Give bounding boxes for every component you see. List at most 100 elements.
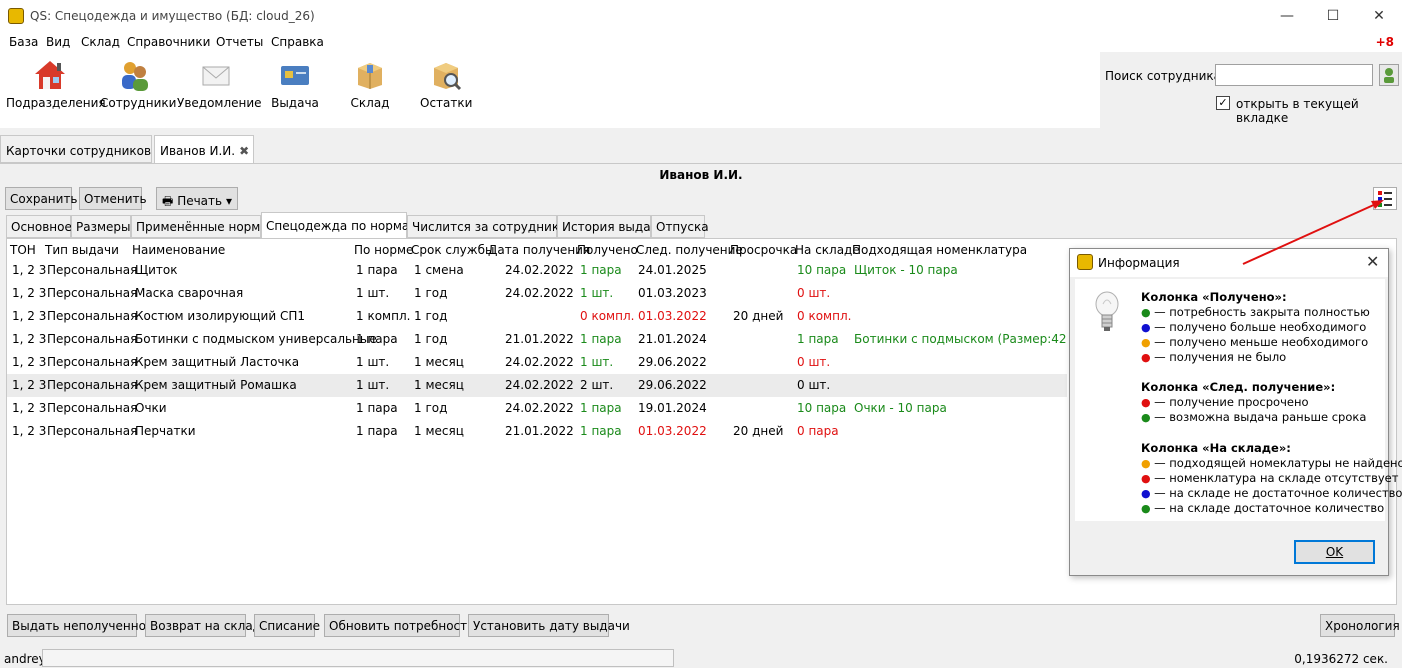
cell-issue-type: Персональная <box>47 332 138 346</box>
cell-name: Костюм изолирующий СП1 <box>135 309 305 323</box>
cell-in-stock: 0 шт. <box>797 378 831 392</box>
cell-in-stock: 0 компл. <box>797 309 852 323</box>
card-icon <box>278 58 312 92</box>
cell-received: 1 шт. <box>580 286 614 300</box>
subtab-applied-norms[interactable]: Применённые нормы <box>131 215 270 238</box>
toolbar-stock-button[interactable]: Остатки <box>420 58 472 110</box>
legend-color-dot: ● <box>1141 457 1155 470</box>
legend-line: ● — получение просрочено <box>1141 395 1309 409</box>
cell-norm: 1 шт. <box>356 286 390 300</box>
cell-receipt-date: 24.02.2022 <box>505 286 574 300</box>
column-header-next-receipt[interactable]: След. получение <box>636 243 743 257</box>
toolbar-label: Подразделения <box>6 96 106 110</box>
toolbar-label: Выдача <box>271 96 319 110</box>
cell-term: 1 год <box>414 286 448 300</box>
chronology-button[interactable]: Хронология <box>1320 614 1400 637</box>
legend-section-heading: Колонка «На складе»: <box>1141 441 1291 455</box>
column-header-issue-type[interactable]: Тип выдачи <box>45 243 119 257</box>
subtab-main[interactable]: Основное <box>6 215 72 238</box>
app-icon <box>1077 254 1093 270</box>
column-header-name[interactable]: Наименование <box>132 243 225 257</box>
employee-search-button[interactable] <box>1379 64 1399 86</box>
toolbar-label: Остатки <box>420 96 473 110</box>
toolbar-employees-button[interactable]: Сотрудники <box>100 58 176 110</box>
minimize-button[interactable]: — <box>1264 0 1310 32</box>
toolbar-departments-button[interactable]: Подразделения <box>6 58 106 110</box>
app-icon <box>8 8 24 24</box>
cell-issue-type: Персональная <box>47 263 138 277</box>
cancel-button[interactable]: Отменить <box>79 187 147 210</box>
write-off-button[interactable]: Списание <box>254 614 320 637</box>
legend-line: ● — получения не было <box>1141 350 1286 364</box>
legend-line: ● — потребность закрыта полностью <box>1141 305 1370 319</box>
legend-color-dot: ● <box>1141 396 1155 409</box>
cell-receipt-date: 21.01.2022 <box>505 424 574 438</box>
legend-color-dot: ● <box>1141 411 1155 424</box>
column-header-in-stock[interactable]: На складе <box>795 243 860 257</box>
tab-label: Иванов И.И. <box>160 144 236 158</box>
close-icon[interactable]: ✕ <box>1366 252 1379 271</box>
subtab-vacations[interactable]: Отпуска <box>651 215 709 238</box>
column-header-ton[interactable]: ТОН <box>10 243 36 257</box>
close-window-button[interactable]: ✕ <box>1356 0 1402 32</box>
legend-line-text: — получено больше необходимого <box>1154 320 1367 334</box>
ok-button[interactable]: OK <box>1294 540 1375 564</box>
cell-ton: 1, 2 3 <box>12 378 47 392</box>
set-issue-date-button[interactable]: Установить дату выдачи <box>468 614 630 637</box>
cell-received: 1 пара <box>580 401 622 415</box>
toolbar-warehouse-button[interactable]: Склад <box>345 58 395 110</box>
cell-issue-type: Персональная <box>47 286 138 300</box>
column-header-receipt-date[interactable]: Дата получения <box>488 243 590 257</box>
menu-item-warehouse[interactable]: Склад <box>81 35 120 49</box>
color-legend-button[interactable] <box>1373 187 1397 210</box>
column-header-service-term[interactable]: Срок службы <box>411 243 494 257</box>
column-header-received[interactable]: Получено <box>577 243 638 257</box>
cell-next-receipt: 24.01.2025 <box>638 263 707 277</box>
cell-ton: 1, 2 3 <box>12 263 47 277</box>
subtab-sizes[interactable]: Размеры <box>71 215 131 238</box>
issue-unreceived-button[interactable]: Выдать неполученное <box>7 614 153 637</box>
subtab-clothing-by-norms[interactable]: Спецодежда по нормам <box>261 212 418 239</box>
cell-name: Щиток <box>135 263 178 277</box>
legend-line-text: — на складе достаточное количество <box>1154 501 1385 515</box>
toolbar-issue-button[interactable]: Выдача <box>264 58 326 110</box>
subtab-issue-history[interactable]: История выдач <box>557 215 658 238</box>
subtab-assigned-to-employee[interactable]: Числится за сотрудником <box>407 215 576 238</box>
close-tab-icon[interactable]: ✖ <box>239 144 249 158</box>
cell-received: 1 пара <box>580 332 622 346</box>
menu-item-view[interactable]: Вид <box>46 35 70 49</box>
menu-item-help[interactable]: Справка <box>271 35 324 49</box>
update-needs-button[interactable]: Обновить потребности <box>324 614 475 637</box>
open-in-current-tab-checkbox[interactable]: ✓ <box>1216 96 1230 110</box>
menu-item-reports[interactable]: Отчеты <box>216 35 263 49</box>
column-header-nomenclature[interactable]: Подходящая номенклатура <box>852 243 1027 257</box>
cell-name: Крем защитный Ласточка <box>135 355 300 369</box>
return-to-warehouse-button[interactable]: Возврат на склад <box>145 614 261 637</box>
notification-count[interactable]: +8 <box>1376 35 1394 49</box>
maximize-button[interactable]: ☐ <box>1310 0 1356 32</box>
legend-line: ● — на складе достаточное количество <box>1141 501 1384 515</box>
legend-line: ● — получено меньше необходимого <box>1141 335 1368 349</box>
column-header-norm[interactable]: По норме <box>354 243 413 257</box>
legend-line-text: — получено меньше необходимого <box>1154 335 1369 349</box>
legend-color-dot: ● <box>1141 487 1155 500</box>
print-button[interactable]: 🖶 Печать ▾ <box>156 187 238 210</box>
cell-in-stock: 10 пара <box>797 401 847 415</box>
tab-employee-cards[interactable]: Карточки сотрудников✖ <box>0 135 165 163</box>
cell-received: 0 компл. <box>580 309 635 323</box>
legend-color-dot: ● <box>1141 472 1155 485</box>
cell-term: 1 месяц <box>414 424 464 438</box>
cell-next-receipt: 19.01.2024 <box>638 401 707 415</box>
column-header-overdue[interactable]: Просрочка <box>730 243 797 257</box>
cell-term: 1 год <box>414 401 448 415</box>
cell-next-receipt: 29.06.2022 <box>638 355 707 369</box>
cell-issue-type: Персональная <box>47 309 138 323</box>
tab-employee-ivanov[interactable]: Иванов И.И. ✖ <box>154 135 254 165</box>
envelope-icon <box>199 58 233 92</box>
employee-search-input[interactable] <box>1215 64 1373 86</box>
house-icon <box>33 58 67 92</box>
toolbar-notification-button[interactable]: Уведомление <box>177 58 262 110</box>
menu-item-base[interactable]: База <box>9 35 38 49</box>
save-button[interactable]: Сохранить <box>5 187 78 210</box>
menu-item-references[interactable]: Справочники <box>127 35 210 49</box>
